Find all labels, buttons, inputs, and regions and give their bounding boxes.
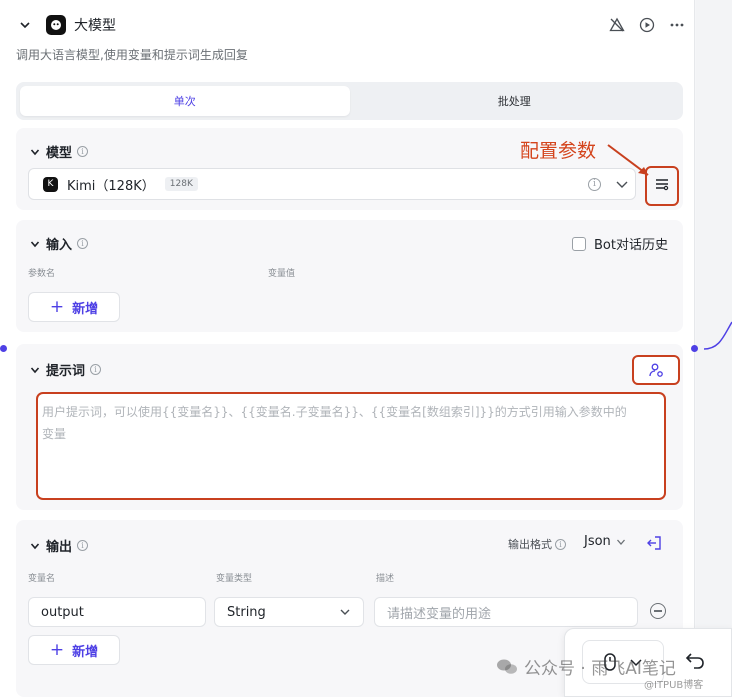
output-format-select[interactable]: Json: [584, 534, 626, 549]
exit-icon[interactable]: [646, 535, 662, 551]
chevron-down-icon: [340, 609, 350, 615]
mode-tabs: 单次 批处理: [16, 82, 683, 120]
node-description: 调用大语言模型,使用变量和提示词生成回复: [16, 48, 248, 62]
node-title: 大模型: [74, 18, 116, 34]
col-var-name: 变量名: [28, 574, 56, 584]
chevron-down-icon[interactable]: [28, 539, 42, 553]
col-desc: 描述: [376, 574, 395, 584]
add-input-label: 新增: [72, 301, 99, 317]
wechat-icon: [497, 659, 517, 674]
model-info-icon[interactable]: i: [588, 177, 601, 191]
output-format-text: 输出格式: [508, 538, 552, 551]
prompt-title-label: 提示词: [46, 364, 86, 379]
node-header: 大模型: [16, 12, 686, 38]
input-port[interactable]: [0, 345, 7, 352]
info-icon[interactable]: i: [77, 238, 89, 249]
col-param-name: 参数名: [28, 269, 56, 279]
workflow-canvas: [696, 0, 732, 697]
chevron-down-icon: [616, 539, 625, 545]
output-format-value: Json: [584, 534, 611, 549]
info-icon[interactable]: i: [77, 146, 89, 157]
more-icon[interactable]: [668, 16, 686, 34]
info-icon[interactable]: i: [555, 538, 566, 550]
model-section-title[interactable]: 模型 i: [28, 142, 89, 161]
undo-icon[interactable]: [684, 650, 706, 670]
remove-row-icon[interactable]: [650, 603, 666, 619]
kimi-logo-icon: K: [43, 176, 58, 192]
plus-icon: +: [49, 297, 65, 317]
watermark-small: @ITPUB博客: [644, 680, 704, 691]
output-var-name-field[interactable]: output: [28, 597, 206, 627]
output-var-type-value: String: [227, 604, 266, 620]
chevron-down-icon[interactable]: [28, 145, 42, 159]
input-title-label: 输入: [46, 238, 73, 253]
llm-node-logo-icon: [46, 15, 66, 35]
output-desc-field[interactable]: 请描述变量的用途: [374, 597, 638, 627]
output-title-label: 输出: [46, 540, 73, 555]
input-section-title[interactable]: 输入 i: [28, 234, 89, 253]
tab-single[interactable]: 单次: [20, 86, 350, 116]
add-output-button[interactable]: + 新增: [28, 635, 120, 665]
model-name: Kimi（128K）: [67, 178, 155, 194]
prompt-section-title[interactable]: 提示词 i: [28, 360, 102, 379]
info-icon[interactable]: i: [90, 364, 102, 375]
info-icon[interactable]: i: [77, 540, 89, 551]
col-var-value: 变量值: [268, 269, 296, 279]
output-var-type-select[interactable]: String: [214, 597, 364, 627]
output-var-name-value: output: [41, 604, 84, 620]
output-port[interactable]: [691, 345, 698, 352]
model-config-button[interactable]: [647, 168, 677, 200]
model-select[interactable]: K Kimi（128K） 128K i: [28, 168, 636, 200]
connector-edge: [703, 321, 732, 350]
prompt-template-button[interactable]: [632, 355, 680, 385]
chevron-down-icon[interactable]: [28, 237, 42, 251]
tab-batch[interactable]: 批处理: [350, 86, 680, 116]
prompt-placeholder-line2: 变量: [42, 427, 67, 441]
chevron-down-icon[interactable]: [615, 177, 629, 191]
run-icon[interactable]: [638, 16, 656, 34]
chevron-down-icon[interactable]: [28, 363, 42, 377]
annotation-config-params: 配置参数: [520, 140, 597, 162]
model-title-label: 模型: [46, 146, 73, 161]
collapse-chevron-icon[interactable]: [16, 16, 34, 34]
add-output-label: 新增: [72, 644, 99, 660]
output-section-title[interactable]: 输出 i: [28, 536, 89, 555]
settings-sliders-icon: [656, 179, 669, 191]
warning-off-icon[interactable]: [608, 16, 626, 34]
prompt-textarea[interactable]: 用户提示词，可以使用{{变量名}}、{{变量名.子变量名}}、{{变量名[数组索…: [36, 392, 666, 500]
user-settings-icon: [649, 363, 663, 377]
checkbox-box[interactable]: [572, 236, 586, 251]
prompt-placeholder-line1: 用户提示词，可以使用{{变量名}}、{{变量名.子变量名}}、{{变量名[数组索…: [42, 405, 627, 419]
plus-icon: +: [49, 640, 65, 660]
llm-node-panel: 大模型 调用大语言模型,使用变量和提示词生成回复 单次 批处理 模型 i 配置参…: [0, 0, 695, 697]
output-format-label: 输出格式 i: [508, 536, 566, 552]
add-input-button[interactable]: + 新增: [28, 292, 120, 322]
bot-history-checkbox[interactable]: Bot对话历史: [572, 234, 668, 253]
col-var-type: 变量类型: [216, 574, 253, 584]
context-badge: 128K: [164, 177, 198, 191]
output-desc-placeholder: 请描述变量的用途: [387, 606, 492, 622]
checkbox-label: Bot对话历史: [594, 238, 668, 253]
